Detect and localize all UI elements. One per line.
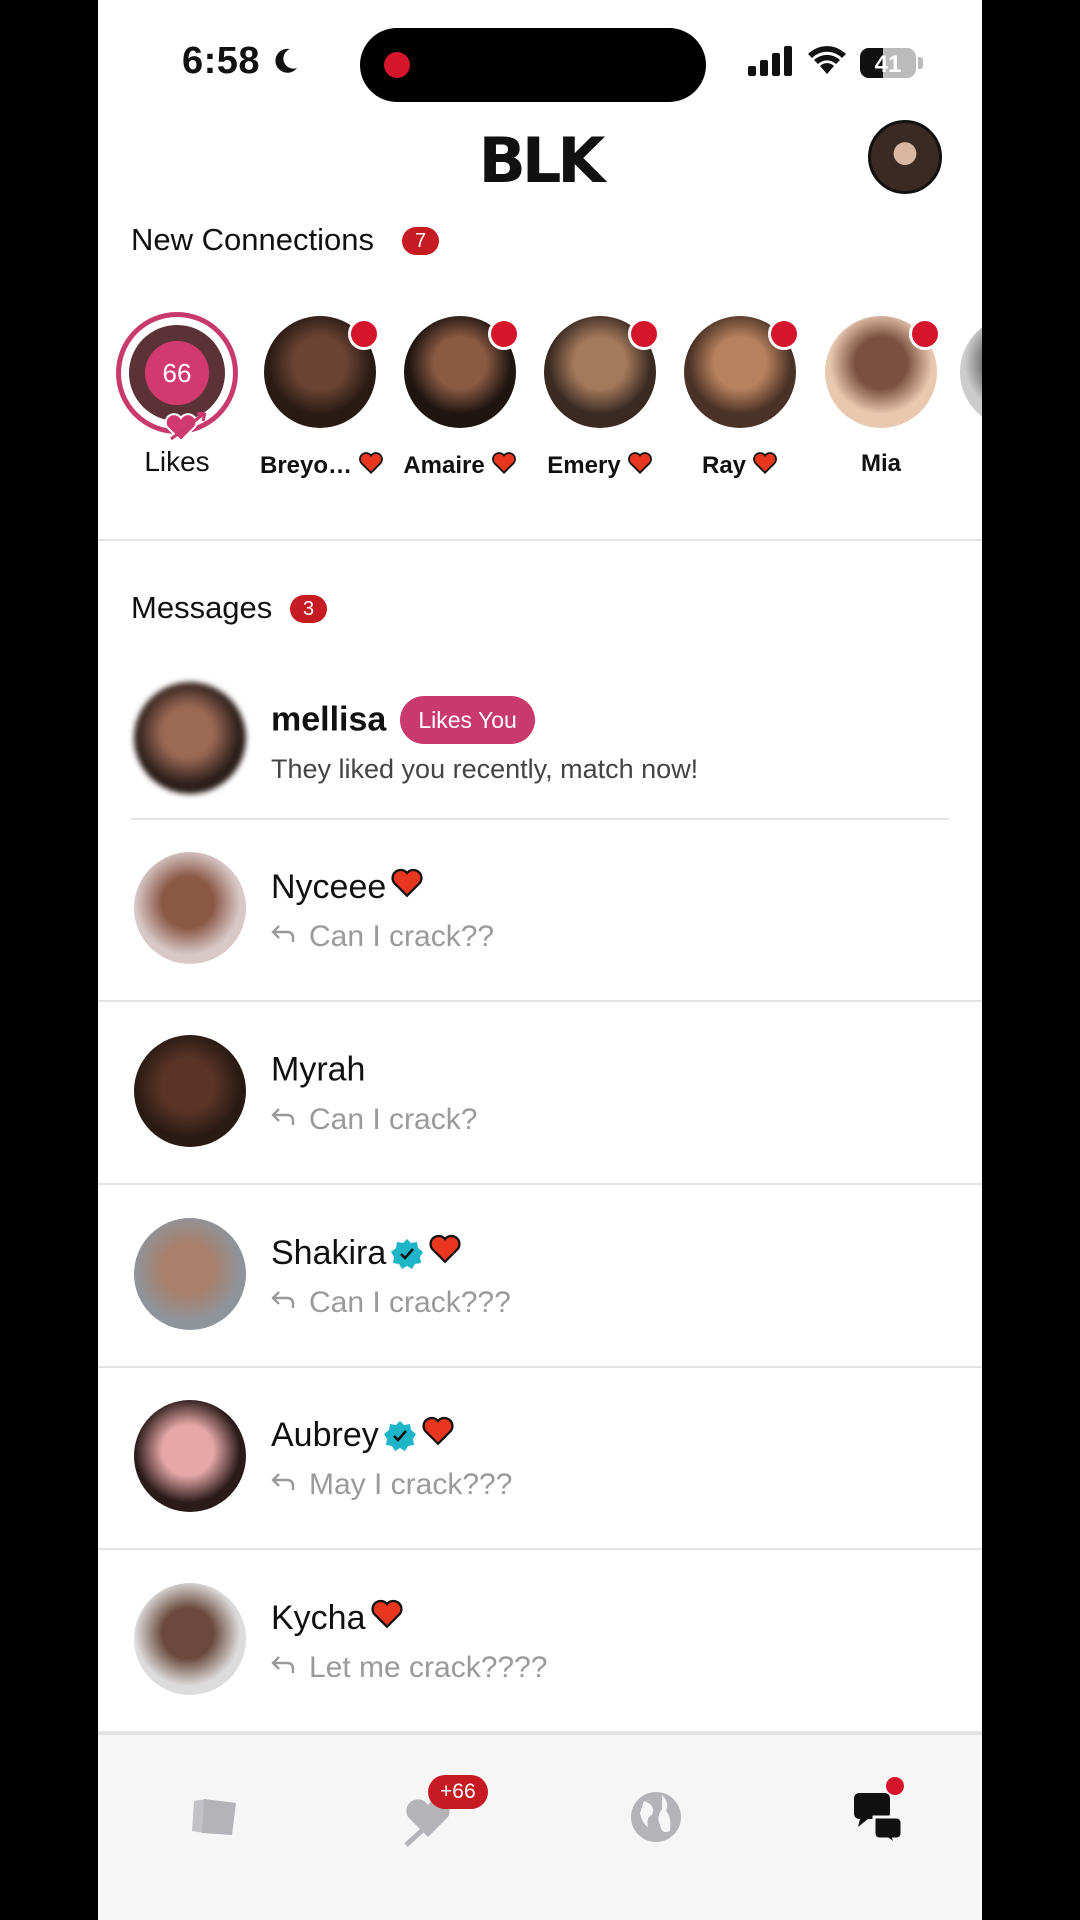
section-divider — [98, 539, 982, 541]
message-header: Shakira — [271, 1232, 462, 1275]
connection-name: Breyo… — [260, 450, 383, 480]
moon-icon — [275, 48, 297, 73]
likes-you-tag: Likes You — [400, 696, 535, 744]
messages-title: Messages — [131, 590, 273, 625]
message-header: mellisa Likes You — [271, 696, 535, 744]
app-logo: BLK — [478, 124, 606, 197]
dynamic-island — [360, 28, 706, 102]
heart-icon — [359, 452, 383, 474]
heart-arrow-icon — [164, 411, 207, 443]
reply-arrow-icon — [271, 1291, 295, 1308]
message-preview: Let me crack???? — [271, 1651, 547, 1685]
new-indicator-dot — [348, 318, 380, 350]
messages-count-badge: 3 — [290, 595, 328, 623]
connection-avatar — [404, 316, 520, 428]
connection-item[interactable]: A — [956, 316, 982, 478]
bottom-navigation: +66 — [98, 1733, 982, 1920]
message-row[interactable]: Kycha Let me crack???? — [98, 1551, 982, 1733]
message-row[interactable]: Nyceee Can I crack?? — [98, 820, 982, 1002]
heart-icon — [422, 1416, 454, 1446]
app-screen: 6:58 41 BLK New Connections 7 66 Likes B… — [98, 0, 982, 1920]
message-avatar — [134, 682, 246, 794]
wifi-icon — [808, 46, 846, 74]
message-avatar — [134, 1218, 246, 1330]
reply-arrow-icon — [271, 1473, 295, 1490]
verified-badge-icon — [383, 1420, 416, 1451]
message-header: Nyceee — [271, 866, 424, 909]
connection-avatar — [825, 316, 941, 428]
chat-unread-dot — [886, 1777, 904, 1795]
message-header: Aubrey — [271, 1414, 455, 1457]
message-row[interactable]: Myrah Can I crack? — [98, 1003, 982, 1185]
connection-avatar — [684, 316, 800, 428]
message-header: Kycha — [271, 1597, 404, 1640]
chat-icon[interactable] — [848, 1787, 908, 1847]
message-avatar — [134, 852, 246, 964]
connection-name: Amaire — [400, 450, 520, 480]
recording-dot-icon — [384, 52, 410, 78]
reply-arrow-icon — [271, 925, 295, 942]
connection-item[interactable]: Breyo… — [260, 316, 383, 480]
connection-avatar — [544, 316, 660, 428]
message-name: Kycha — [271, 1599, 366, 1637]
message-preview: Can I crack??? — [271, 1286, 511, 1320]
message-preview: Can I crack? — [271, 1103, 477, 1137]
heart-icon — [391, 868, 423, 898]
message-row[interactable]: Shakira Can I crack??? — [98, 1186, 982, 1368]
new-indicator-dot — [628, 318, 660, 350]
likes-button[interactable]: 66 — [116, 312, 238, 443]
reply-arrow-icon — [271, 1108, 295, 1125]
new-connections-title: New Connections — [131, 222, 374, 257]
new-indicator-dot — [488, 318, 520, 350]
connection-item[interactable]: Emery — [540, 316, 660, 480]
connection-name: Mia — [860, 450, 901, 477]
message-name: mellisa — [271, 700, 387, 739]
message-row[interactable]: Aubrey May I crack??? — [98, 1368, 982, 1550]
connection-item[interactable]: Amaire — [400, 316, 520, 480]
profile-avatar[interactable] — [868, 120, 942, 194]
likes-count: 66 — [145, 341, 209, 405]
new-indicator-dot — [909, 318, 941, 350]
message-preview: Can I crack?? — [271, 920, 494, 954]
message-header: Myrah — [271, 1049, 365, 1090]
battery-indicator: 41 — [860, 48, 916, 78]
message-avatar — [134, 1400, 246, 1512]
message-name: Shakira — [271, 1234, 387, 1272]
connection-item[interactable]: Ray — [680, 316, 800, 480]
message-avatar — [134, 1035, 246, 1147]
heart-icon — [491, 452, 516, 474]
message-preview: They liked you recently, match now! — [271, 754, 699, 784]
message-name: Aubrey — [271, 1416, 379, 1454]
likes-label: Likes — [144, 446, 210, 477]
message-preview: May I crack??? — [271, 1468, 512, 1502]
connection-name: A — [956, 450, 982, 478]
reply-arrow-icon — [271, 1656, 295, 1673]
globe-icon[interactable] — [626, 1787, 686, 1847]
status-time: 6:58 — [182, 40, 261, 82]
heart-icon — [429, 1234, 461, 1264]
heart-icon — [627, 452, 652, 474]
connection-name: Ray — [680, 450, 800, 480]
message-avatar — [134, 1583, 246, 1695]
message-name: Nyceee — [271, 868, 387, 906]
connection-name: Emery — [540, 450, 660, 480]
connection-avatar — [264, 316, 380, 428]
connection-avatar — [960, 316, 982, 428]
message-row[interactable]: mellisa Likes You They liked you recently,… — [131, 650, 949, 820]
message-name: Myrah — [271, 1050, 366, 1089]
likes-nav-badge: +66 — [428, 1775, 488, 1809]
battery-percent: 41 — [874, 51, 902, 78]
cards-icon[interactable] — [184, 1787, 244, 1847]
verified-badge-icon — [391, 1238, 424, 1269]
new-connections-count-badge: 7 — [402, 227, 440, 255]
battery-cap — [918, 57, 923, 69]
connection-item[interactable]: Mia — [821, 316, 941, 478]
heart-icon — [753, 452, 777, 474]
signal-icon — [748, 46, 792, 76]
heart-icon — [370, 1599, 403, 1629]
new-indicator-dot — [768, 318, 800, 350]
